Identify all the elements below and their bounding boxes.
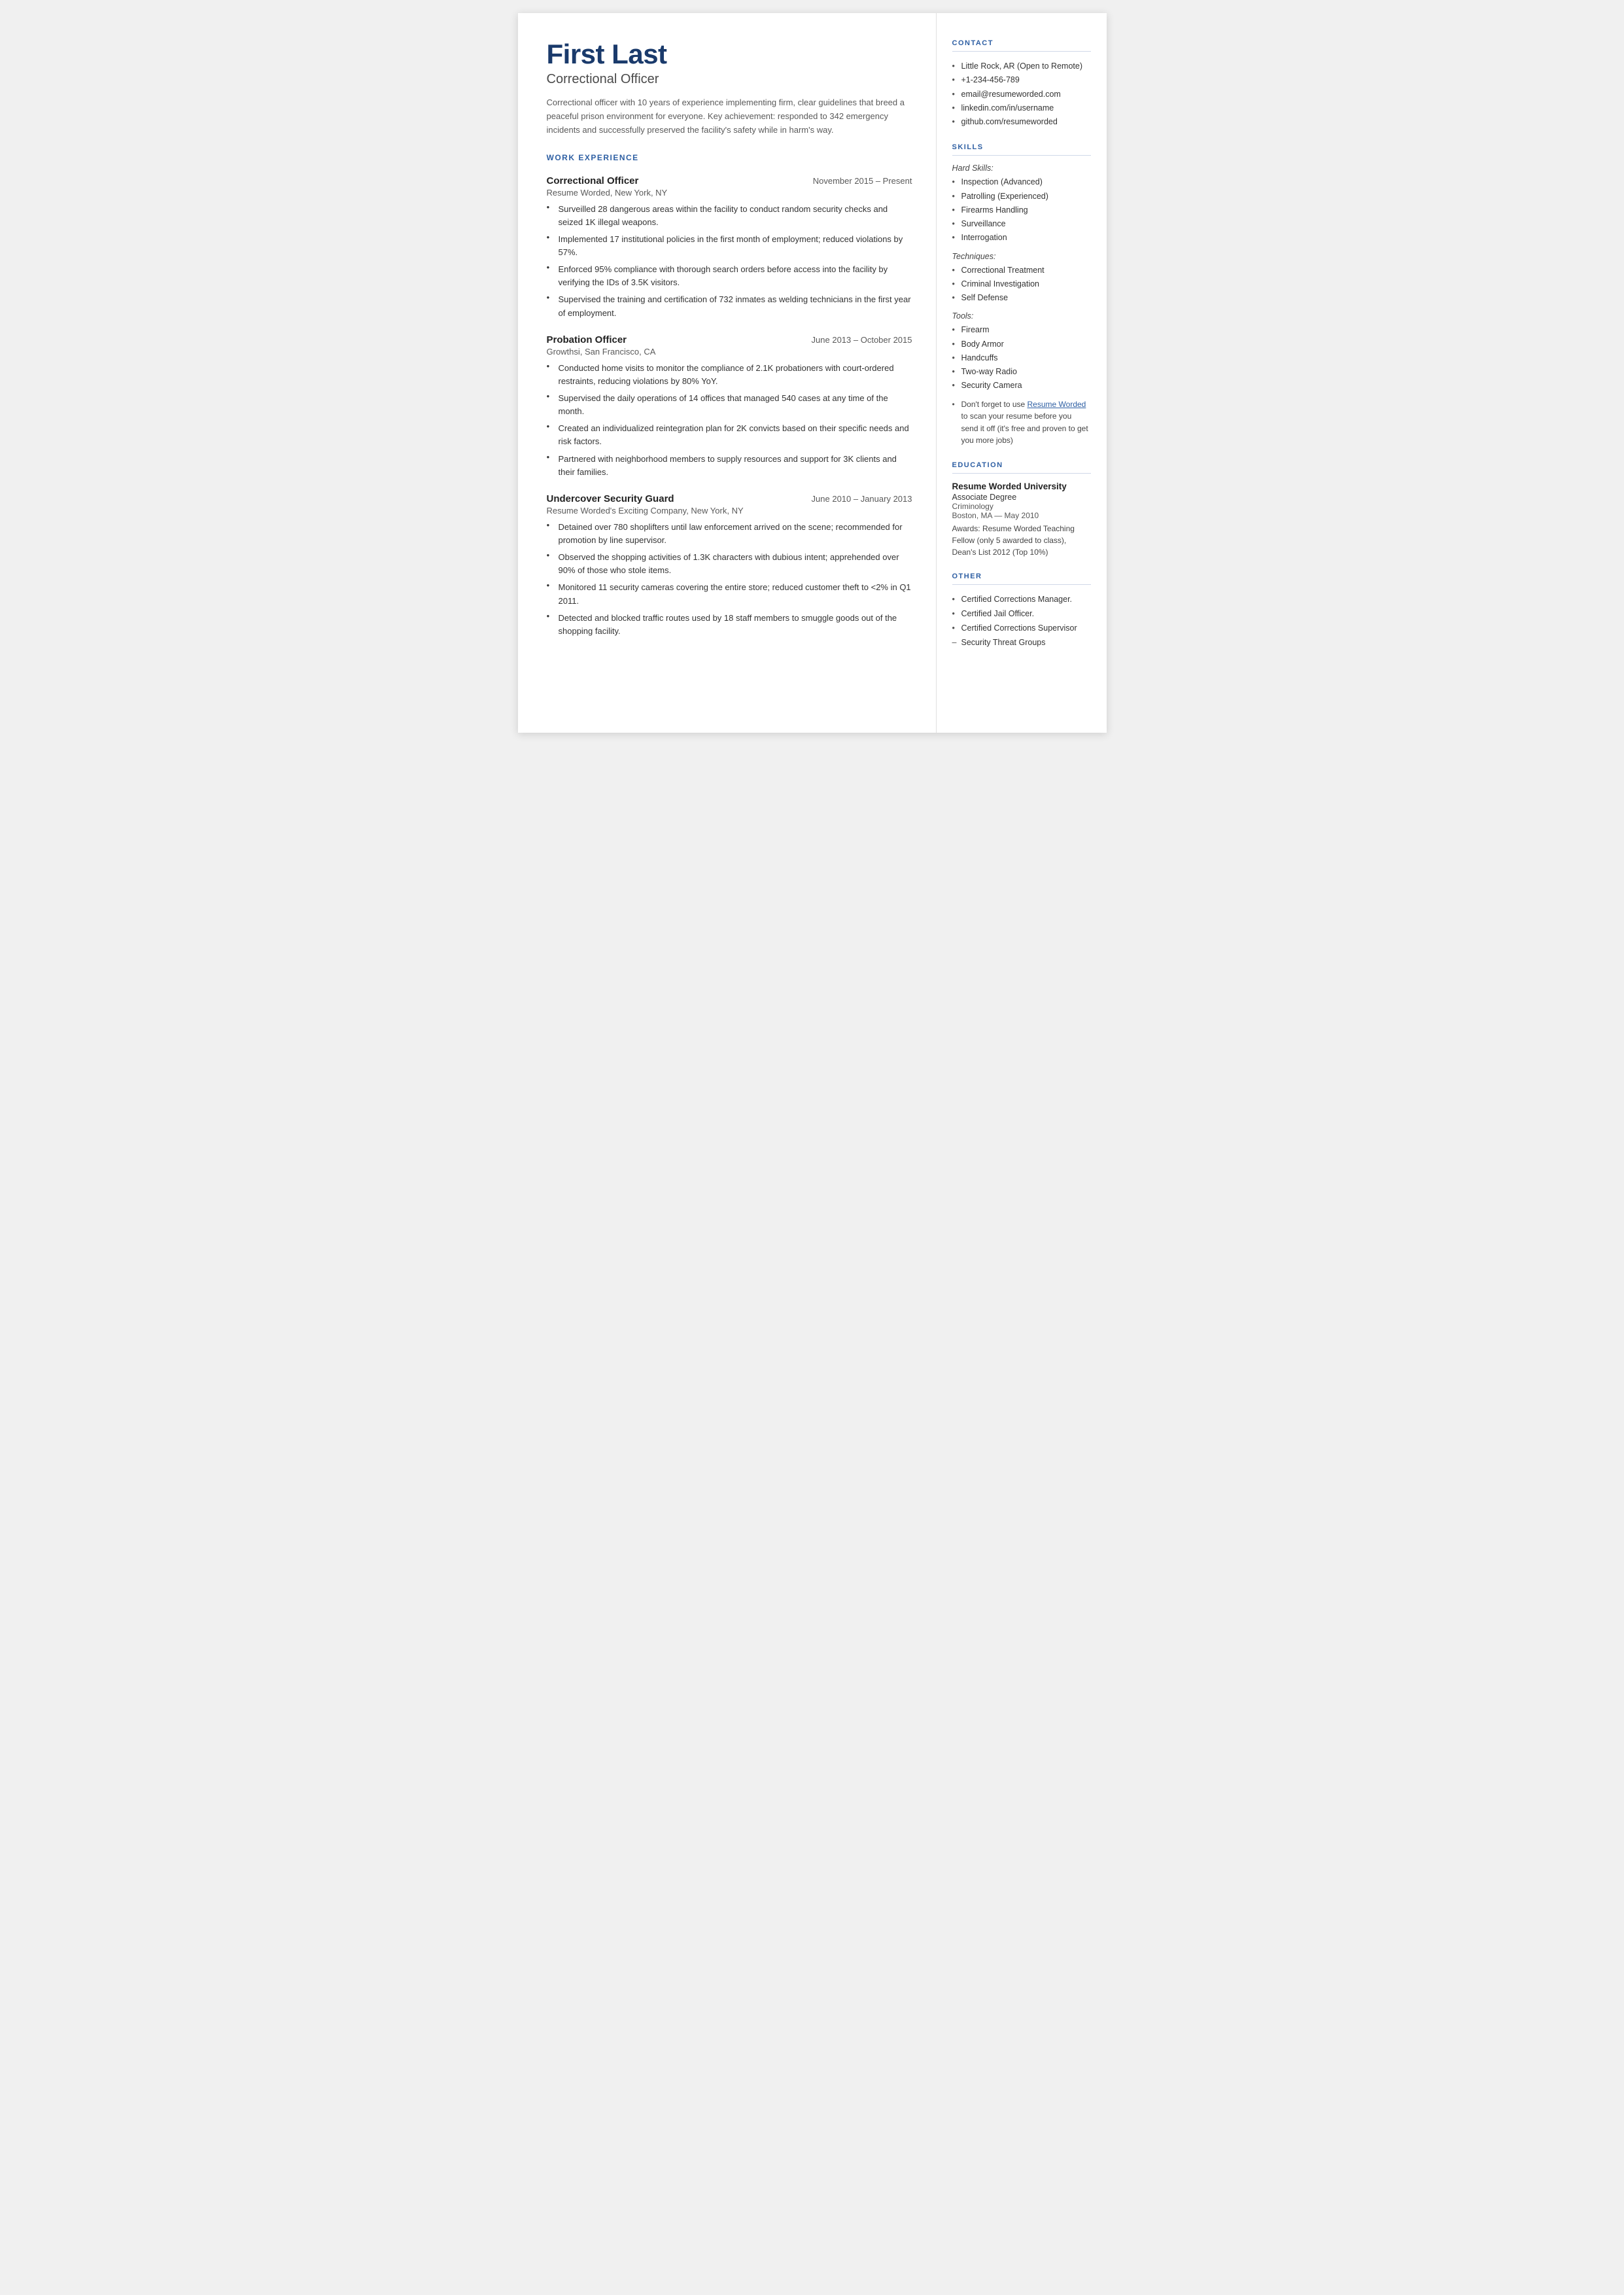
other-section: OTHER Certified Corrections Manager. Cer…: [952, 572, 1091, 650]
job-dates-1: November 2015 – Present: [813, 176, 912, 186]
contact-section: CONTACT Little Rock, AR (Open to Remote)…: [952, 39, 1091, 129]
job-bullets-2: Conducted home visits to monitor the com…: [547, 362, 912, 479]
bullet-3-1: Detained over 780 shoplifters until law …: [547, 521, 912, 547]
skills-section: SKILLS Hard Skills: Inspection (Advanced…: [952, 143, 1091, 447]
job-block-3: Undercover Security Guard June 2010 – Ja…: [547, 493, 912, 638]
skill-hard-5: Interrogation: [952, 231, 1091, 245]
job-bullets-1: Surveilled 28 dangerous areas within the…: [547, 203, 912, 320]
skills-techniques-list: Correctional Treatment Criminal Investig…: [952, 264, 1091, 306]
skills-note-prefix: Don't forget to use: [961, 400, 1028, 409]
education-section: EDUCATION Resume Worded University Assoc…: [952, 461, 1091, 558]
skill-hard-1: Inspection (Advanced): [952, 175, 1091, 189]
main-column: First Last Correctional Officer Correcti…: [518, 13, 937, 733]
job-block-2: Probation Officer June 2013 – October 20…: [547, 334, 912, 479]
bullet-2-2: Supervised the daily operations of 14 of…: [547, 392, 912, 418]
resume-worded-link[interactable]: Resume Worded: [1028, 400, 1086, 409]
job-block-1: Correctional Officer November 2015 – Pre…: [547, 175, 912, 320]
skill-technique-3: Self Defense: [952, 291, 1091, 305]
job-dates-2: June 2013 – October 2015: [812, 335, 912, 345]
other-item-1: Certified Corrections Manager.: [952, 593, 1091, 607]
skill-hard-2: Patrolling (Experienced): [952, 190, 1091, 203]
contact-heading: CONTACT: [952, 39, 1091, 52]
work-experience-section: WORK EXPERIENCE Correctional Officer Nov…: [547, 153, 912, 638]
skill-hard-3: Firearms Handling: [952, 203, 1091, 217]
edu-awards: Awards: Resume Worded Teaching Fellow (o…: [952, 523, 1091, 558]
skills-note-suffix: to scan your resume before you send it o…: [961, 412, 1088, 445]
skills-techniques-label: Techniques:: [952, 252, 1091, 261]
skills-tools-label: Tools:: [952, 311, 1091, 321]
contact-linkedin: linkedin.com/in/username: [952, 101, 1091, 115]
job-header-2: Probation Officer June 2013 – October 20…: [547, 334, 912, 345]
bullet-3-3: Monitored 11 security cameras covering t…: [547, 581, 912, 607]
skills-note: Don't forget to use Resume Worded to sca…: [952, 398, 1091, 447]
contact-location: Little Rock, AR (Open to Remote): [952, 60, 1091, 73]
job-header-1: Correctional Officer November 2015 – Pre…: [547, 175, 912, 186]
bullet-2-3: Created an individualized reintegration …: [547, 422, 912, 448]
contact-phone: +1-234-456-789: [952, 73, 1091, 87]
skill-tool-2: Body Armor: [952, 338, 1091, 351]
bullet-1-4: Supervised the training and certificatio…: [547, 293, 912, 319]
resume-page: First Last Correctional Officer Correcti…: [518, 13, 1107, 733]
other-heading: OTHER: [952, 572, 1091, 585]
skill-tool-3: Handcuffs: [952, 351, 1091, 365]
skill-hard-4: Surveillance: [952, 217, 1091, 231]
name-section: First Last Correctional Officer: [547, 39, 912, 87]
candidate-name: First Last: [547, 39, 912, 69]
work-experience-heading: WORK EXPERIENCE: [547, 153, 912, 166]
bullet-3-4: Detected and blocked traffic routes used…: [547, 612, 912, 638]
bullet-1-2: Implemented 17 institutional policies in…: [547, 233, 912, 259]
job-company-1: Resume Worded, New York, NY: [547, 188, 912, 198]
job-title-2: Probation Officer: [547, 334, 627, 345]
contact-list: Little Rock, AR (Open to Remote) +1-234-…: [952, 60, 1091, 129]
contact-email: email@resumeworded.com: [952, 88, 1091, 101]
job-header-3: Undercover Security Guard June 2010 – Ja…: [547, 493, 912, 504]
other-item-2: Certified Jail Officer.: [952, 607, 1091, 622]
bullet-3-2: Observed the shopping activities of 1.3K…: [547, 551, 912, 577]
job-dates-3: June 2010 – January 2013: [812, 494, 912, 504]
summary-text: Correctional officer with 10 years of ex…: [547, 96, 912, 137]
skills-heading: SKILLS: [952, 143, 1091, 156]
bullet-2-4: Partnered with neighborhood members to s…: [547, 453, 912, 479]
other-list: Certified Corrections Manager. Certified…: [952, 593, 1091, 650]
education-heading: EDUCATION: [952, 461, 1091, 474]
skill-tool-4: Two-way Radio: [952, 365, 1091, 379]
sidebar: CONTACT Little Rock, AR (Open to Remote)…: [937, 13, 1107, 733]
skill-technique-2: Criminal Investigation: [952, 277, 1091, 291]
edu-degree: Associate Degree: [952, 493, 1091, 502]
edu-institution: Resume Worded University: [952, 482, 1091, 491]
job-title-1: Correctional Officer: [547, 175, 639, 186]
skill-tool-1: Firearm: [952, 323, 1091, 337]
job-title-3: Undercover Security Guard: [547, 493, 674, 504]
skill-tool-5: Security Camera: [952, 379, 1091, 393]
bullet-2-1: Conducted home visits to monitor the com…: [547, 362, 912, 388]
other-item-3: Certified Corrections Supervisor: [952, 622, 1091, 636]
skills-tools-list: Firearm Body Armor Handcuffs Two-way Rad…: [952, 323, 1091, 393]
skill-technique-1: Correctional Treatment: [952, 264, 1091, 277]
candidate-title: Correctional Officer: [547, 72, 912, 87]
edu-location-date: Boston, MA — May 2010: [952, 511, 1091, 520]
skills-hard-list: Inspection (Advanced) Patrolling (Experi…: [952, 175, 1091, 245]
bullet-1-1: Surveilled 28 dangerous areas within the…: [547, 203, 912, 229]
bullet-1-3: Enforced 95% compliance with thorough se…: [547, 263, 912, 289]
job-company-3: Resume Worded's Exciting Company, New Yo…: [547, 506, 912, 516]
skills-hard-label: Hard Skills:: [952, 164, 1091, 173]
job-bullets-3: Detained over 780 shoplifters until law …: [547, 521, 912, 638]
edu-field: Criminology: [952, 502, 1091, 511]
contact-github: github.com/resumeworded: [952, 115, 1091, 129]
other-item-4: Security Threat Groups: [952, 636, 1091, 650]
job-company-2: Growthsi, San Francisco, CA: [547, 347, 912, 357]
